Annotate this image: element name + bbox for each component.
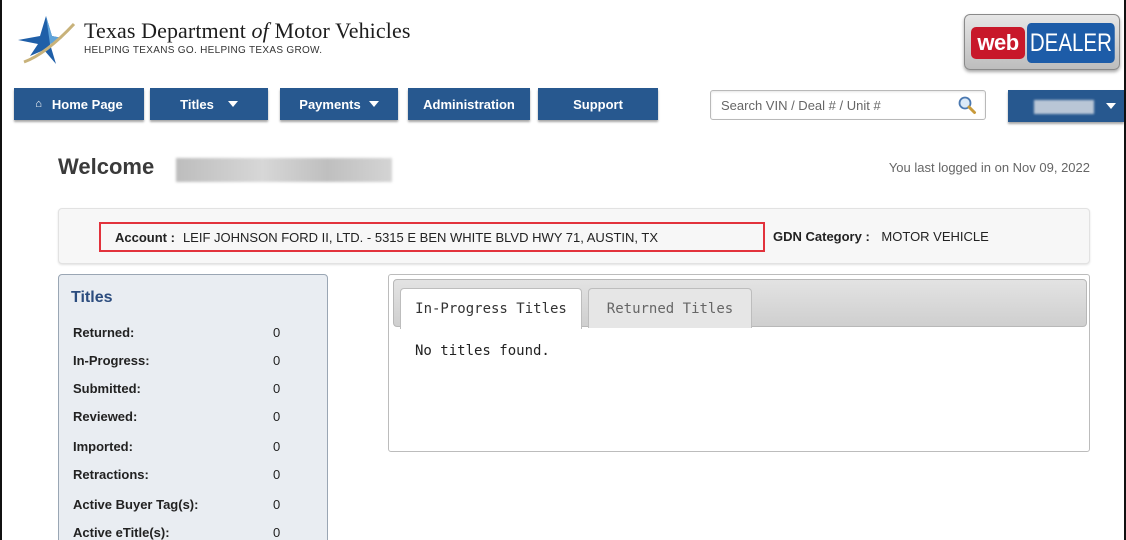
webdealer-logo[interactable]: web DEALER (964, 14, 1120, 70)
titles-row-label: Retractions: (73, 467, 149, 482)
welcome-heading: Welcome (58, 154, 155, 179)
user-menu-button[interactable] (1008, 90, 1124, 122)
empty-state-message: No titles found. (415, 343, 550, 359)
search-icon[interactable] (957, 95, 977, 115)
titles-row-label: In-Progress: (73, 353, 150, 368)
titles-row-value: 0 (273, 497, 281, 512)
nav-titles-label: Titles (180, 96, 214, 112)
titles-summary-row[interactable]: Reviewed: 0 (73, 409, 313, 429)
titles-summary-row[interactable]: Submitted: 0 (73, 381, 313, 401)
tab-strip: In-Progress Titles Returned Titles (393, 279, 1087, 329)
titles-row-label: Active eTitle(s): (73, 525, 170, 540)
tab-returned-titles[interactable]: Returned Titles (588, 288, 752, 328)
search-input[interactable] (711, 91, 947, 119)
brand-block[interactable]: Texas Department of Motor Vehicles HELPI… (84, 18, 411, 56)
titles-summary-row[interactable]: Retractions: 0 (73, 467, 313, 487)
titles-row-label: Submitted: (73, 381, 141, 396)
search-box (710, 90, 986, 120)
titles-row-value: 0 (273, 467, 281, 482)
titles-summary-row[interactable]: Active Buyer Tag(s): 0 (73, 497, 313, 517)
chevron-down-icon (227, 101, 238, 107)
nav-home-label: Home Page (51, 96, 123, 112)
account-info-bar: Account : LEIF JOHNSON FORD II, LTD. - 5… (58, 208, 1090, 264)
home-icon: ⌂ (35, 98, 42, 110)
titles-row-value: 0 (273, 381, 281, 396)
titles-summary-heading: Titles (71, 289, 113, 306)
account-label: Account : (115, 229, 175, 245)
titles-row-label: Returned: (73, 325, 135, 340)
titles-summary-row[interactable]: Returned: 0 (73, 325, 313, 345)
chevron-down-icon (368, 101, 379, 107)
gdn-category: GDN Category : MOTOR VEHICLE (773, 229, 989, 244)
titles-row-value: 0 (273, 409, 281, 424)
titles-summary-panel: Titles Returned: 0 In-Progress: 0 Submit… (58, 274, 328, 540)
nav-payments-label: Payments (299, 96, 361, 112)
webdealer-logo-dealer: DEALER (1027, 23, 1115, 63)
last-login-text: You last logged in on Nov 09, 2022 (888, 160, 1090, 175)
nav-administration[interactable]: Administration (408, 88, 530, 120)
nav-home-page[interactable]: ⌂ Home Page (14, 88, 144, 120)
user-name-redacted (1034, 100, 1094, 114)
txdmv-star-logo[interactable] (16, 14, 78, 66)
titles-summary-row[interactable]: In-Progress: 0 (73, 353, 313, 373)
gdn-category-value: MOTOR VEHICLE (881, 229, 989, 244)
titles-row-value: 0 (273, 439, 281, 454)
chevron-down-icon (1106, 103, 1116, 109)
titles-summary-row[interactable]: Imported: 0 (73, 439, 313, 459)
nav-administration-label: Administration (423, 96, 515, 112)
webdealer-logo-web: web (971, 27, 1025, 59)
titles-row-label: Imported: (73, 439, 133, 454)
gdn-category-label: GDN Category : (773, 229, 870, 244)
titles-row-label: Reviewed: (73, 409, 138, 424)
agency-tagline: HELPING TEXANS GO. HELPING TEXAS GROW. (84, 45, 323, 56)
welcome-user-redacted (176, 158, 392, 182)
nav-payments[interactable]: Payments (280, 88, 398, 120)
titles-row-label: Active Buyer Tag(s): (73, 497, 199, 512)
site-header: Texas Department of Motor Vehicles HELPI… (2, 0, 1124, 82)
nav-support[interactable]: Support (538, 88, 658, 120)
account-highlight-box: Account : LEIF JOHNSON FORD II, LTD. - 5… (99, 222, 765, 252)
agency-title: Texas Department of Motor Vehicles (84, 18, 411, 43)
titles-summary-row[interactable]: Active eTitle(s): 0 (73, 525, 313, 540)
tab-in-progress-titles[interactable]: In-Progress Titles (400, 288, 582, 329)
titles-tabs-panel: In-Progress Titles Returned Titles No ti… (388, 274, 1090, 452)
titles-row-value: 0 (273, 525, 281, 540)
nav-support-label: Support (573, 96, 623, 112)
nav-titles[interactable]: Titles (150, 88, 268, 120)
account-value: LEIF JOHNSON FORD II, LTD. - 5315 E BEN … (182, 229, 659, 245)
titles-row-value: 0 (273, 353, 281, 368)
titles-row-value: 0 (273, 325, 281, 340)
